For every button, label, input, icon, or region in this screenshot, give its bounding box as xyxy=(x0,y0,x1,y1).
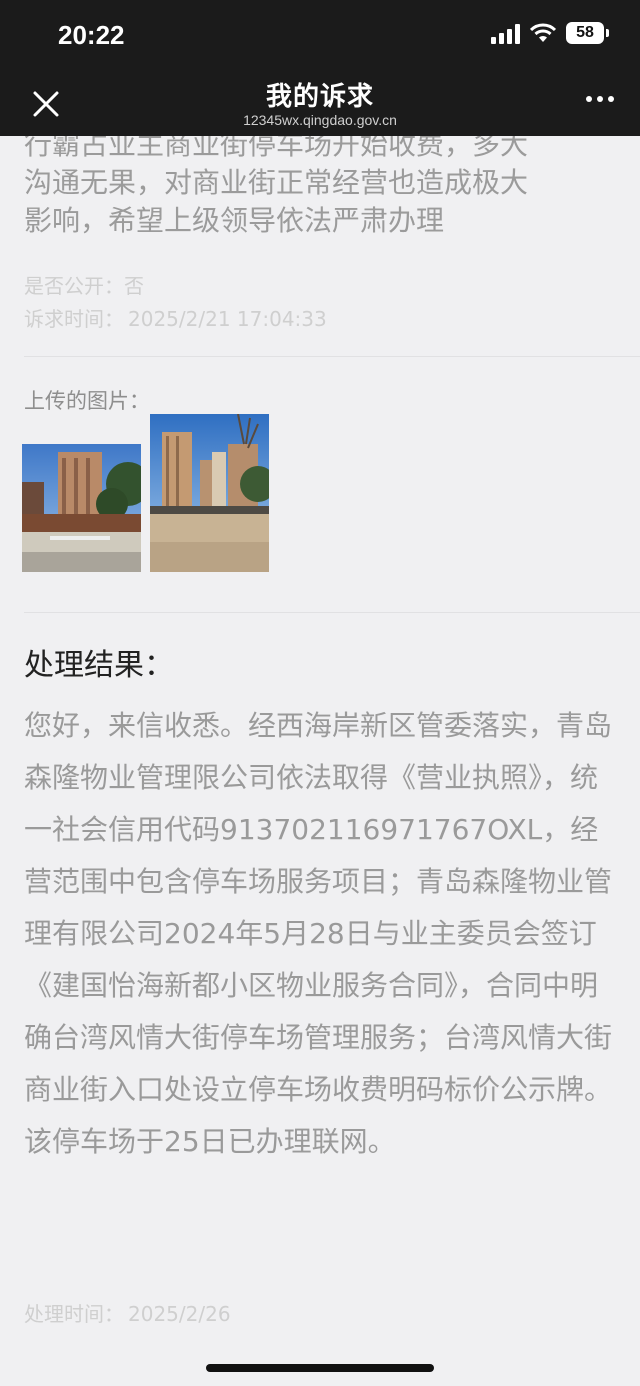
complaint-time-row: 诉求时间： 2025/2/21 17:04:33 xyxy=(24,303,327,332)
result-title: 处理结果： xyxy=(24,648,174,683)
battery-icon: 58 xyxy=(566,22,609,44)
more-options-button[interactable] xyxy=(586,96,614,102)
cellular-signal-icon xyxy=(491,22,520,44)
uploaded-photo-1[interactable] xyxy=(22,444,141,572)
divider xyxy=(24,356,640,357)
more-dot xyxy=(608,96,614,102)
divider xyxy=(24,612,640,613)
complaint-text-line: 影响，希望上级领导依法严肃办理 xyxy=(24,204,445,237)
public-status-value: 否 xyxy=(124,274,144,298)
complaint-text-line: 沟通无果，对商业街正常经营也造成极大 xyxy=(24,166,529,199)
status-indicators: 58 xyxy=(491,22,609,44)
result-time-value: 2025/2/26 xyxy=(128,1302,231,1326)
uploaded-images-label: 上传的图片： xyxy=(24,389,150,413)
more-dot xyxy=(597,96,603,102)
page-url: 12345wx.qingdao.gov.cn xyxy=(243,112,397,128)
public-status-label: 是否公开： xyxy=(24,274,124,298)
public-status-row: 是否公开：否 xyxy=(24,270,144,299)
complaint-time-label: 诉求时间： xyxy=(24,307,124,331)
complaint-time-value: 2025/2/21 17:04:33 xyxy=(128,307,327,331)
wifi-icon xyxy=(530,23,556,42)
battery-level: 58 xyxy=(576,24,594,41)
more-dot xyxy=(586,96,592,102)
complaint-detail-page: 行霸占业主商业街停车场开始收费，多大 沟通无果，对商业街正常经营也造成极大 影响… xyxy=(0,0,640,1386)
status-time: 20:22 xyxy=(58,20,125,50)
top-bar: 20:22 58 我的诉求 12345wx.qingdao.gov.cn xyxy=(0,0,640,136)
page-title: 我的诉求 xyxy=(265,82,374,112)
result-body: 您好，来信收悉。经西海岸新区管委落实，青岛森隆物业管理限公司依法取得《营业执照》… xyxy=(24,709,613,1158)
home-indicator[interactable] xyxy=(206,1364,434,1372)
result-time-row: 处理时间： 2025/2/26 xyxy=(24,1298,231,1327)
uploaded-photo-2[interactable] xyxy=(150,414,269,572)
complaint-description: 行霸占业主商业街停车场开始收费，多大 沟通无果，对商业街正常经营也造成极大 影响… xyxy=(24,130,620,248)
result-time-label: 处理时间： xyxy=(24,1302,124,1326)
